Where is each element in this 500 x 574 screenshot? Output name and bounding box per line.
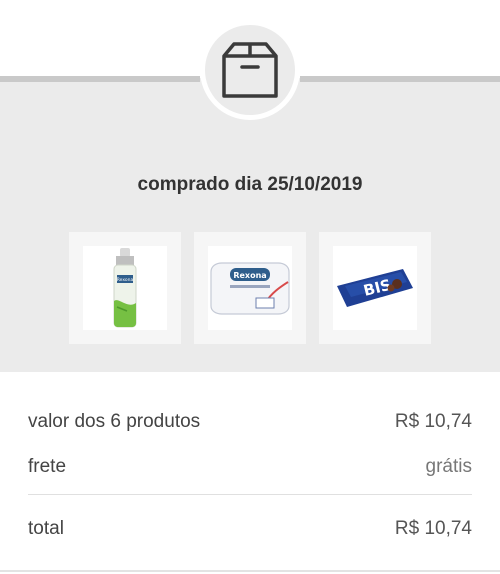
shipping-value: grátis: [425, 456, 472, 477]
bottom-divider: [0, 570, 500, 572]
chocolate-pack-image: BIS: [337, 269, 413, 307]
product-brand-label: Rexona: [117, 277, 134, 283]
deodorant-image: Rexona: [113, 248, 137, 328]
products-value-row: valor dos 6 produtos R$ 10,74: [28, 411, 472, 433]
total-value: R$ 10,74: [394, 518, 472, 539]
product-brand-label: Rexona: [233, 271, 266, 280]
product-card[interactable]: BIS: [319, 232, 431, 344]
summary-divider: [28, 494, 472, 495]
shipping-row: frete grátis: [28, 456, 472, 478]
products-count-label: valor dos 6 produtos: [28, 411, 201, 432]
total-label: total: [28, 518, 64, 539]
header-line-left: [0, 76, 200, 82]
total-row: total R$ 10,74: [28, 518, 472, 540]
products-value: R$ 10,74: [394, 411, 472, 432]
soap-image: Rexona: [210, 262, 290, 315]
header-line-right: [300, 76, 500, 82]
product-card[interactable]: Rexona: [69, 232, 181, 344]
product-card[interactable]: Rexona: [194, 232, 306, 344]
purchase-date: comprado dia 25/10/2019: [137, 174, 363, 195]
shipping-label: frete: [28, 456, 67, 477]
box-icon: [222, 42, 278, 98]
box-icon-circle: [200, 20, 300, 120]
